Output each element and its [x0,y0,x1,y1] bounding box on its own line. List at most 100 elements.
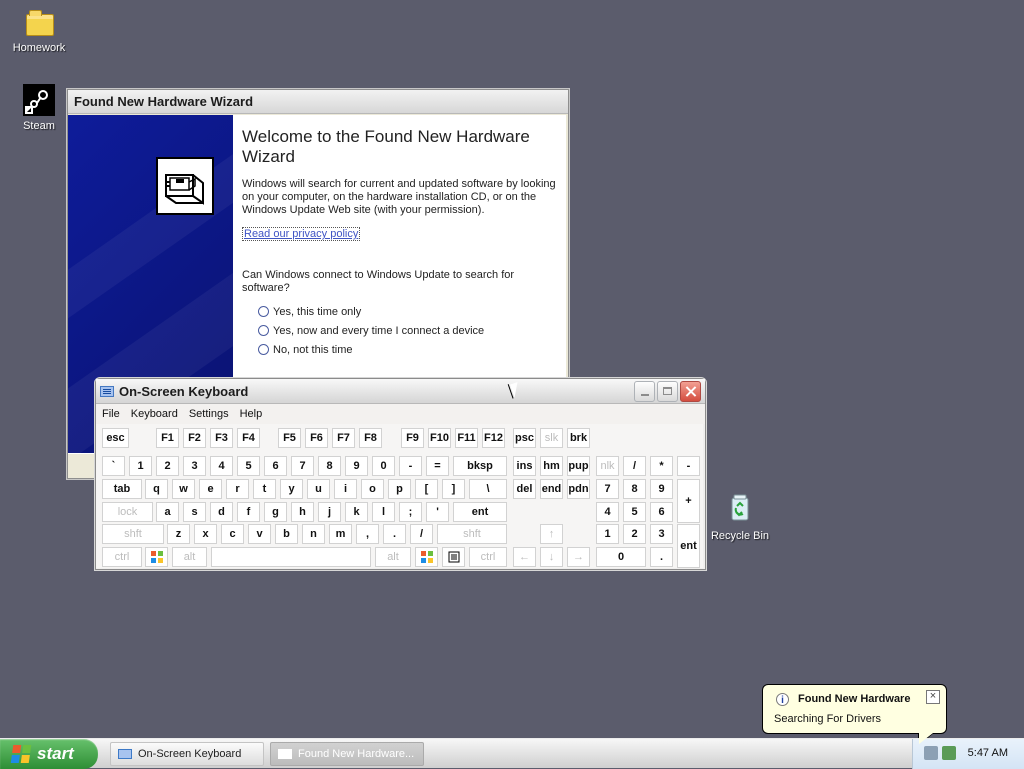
key-right-ctrl[interactable]: ctrl [469,547,507,567]
clock[interactable]: 5:47 AM [968,747,1008,759]
menu-settings[interactable]: Settings [189,408,229,420]
key-backspace[interactable]: bksp [453,456,507,476]
key-home[interactable]: hm [540,456,563,476]
key-g[interactable]: g [264,502,287,522]
key-insert[interactable]: ins [513,456,536,476]
key-d[interactable]: d [210,502,233,522]
key-l[interactable]: l [372,502,395,522]
maximize-button[interactable] [657,380,678,402]
key-minus[interactable]: - [399,456,422,476]
key-f5[interactable]: F5 [278,428,301,448]
key-o[interactable]: o [361,479,384,499]
desktop-icon-recycle-bin[interactable]: Recycle Bin [702,494,778,542]
osk-title-bar[interactable]: On-Screen Keyboard [96,379,705,404]
balloon-close-button[interactable]: × [926,690,940,704]
key-1[interactable]: 1 [129,456,152,476]
key-m[interactable]: m [329,524,352,544]
key-num-6[interactable]: 6 [650,502,673,522]
key-slk[interactable]: slk [540,428,563,448]
key-0[interactable]: 0 [372,456,395,476]
key-j[interactable]: j [318,502,341,522]
key-z[interactable]: z [167,524,190,544]
key-num-9[interactable]: 9 [650,479,673,499]
key-period[interactable]: . [383,524,406,544]
desktop-icon-steam[interactable]: Steam [1,84,77,132]
key-9[interactable]: 9 [345,456,368,476]
radio-option-no[interactable]: No, not this time [258,343,556,356]
key-num-minus[interactable]: - [677,456,700,476]
menu-help[interactable]: Help [240,408,263,420]
start-button[interactable]: start [0,739,98,769]
key-p[interactable]: p [388,479,411,499]
key-apostrophe[interactable]: ' [426,502,449,522]
key-page-down[interactable]: pdn [567,479,590,499]
key-num-4[interactable]: 4 [596,502,619,522]
key-2[interactable]: 2 [156,456,179,476]
key-f11[interactable]: F11 [455,428,478,448]
key-enter[interactable]: ent [453,502,507,522]
key-end[interactable]: end [540,479,563,499]
key-right-alt[interactable]: alt [375,547,411,567]
key-space[interactable] [211,547,371,567]
key-i[interactable]: i [334,479,357,499]
minimize-button[interactable] [634,380,655,402]
key-num-3[interactable]: 3 [650,524,673,544]
key-right-windows[interactable] [415,547,438,567]
key-u[interactable]: u [307,479,330,499]
key-slash[interactable]: / [410,524,433,544]
key-f8[interactable]: F8 [359,428,382,448]
key-x[interactable]: x [194,524,217,544]
key-f[interactable]: f [237,502,260,522]
key-h[interactable]: h [291,502,314,522]
radio-option-yes-every-time[interactable]: Yes, now and every time I connect a devi… [258,324,556,337]
key-b[interactable]: b [275,524,298,544]
key-left-arrow[interactable]: ← [513,547,536,567]
key-backtick[interactable]: ` [102,456,125,476]
key-f3[interactable]: F3 [210,428,233,448]
key-caps-lock[interactable]: lock [102,502,153,522]
key-num-5[interactable]: 5 [623,502,646,522]
key-page-up[interactable]: pup [567,456,590,476]
key-num-enter[interactable]: ent [677,524,700,568]
key-right-arrow[interactable]: → [567,547,590,567]
menu-file[interactable]: File [102,408,120,420]
key-num-decimal[interactable]: . [650,547,673,567]
key-psc[interactable]: psc [513,428,536,448]
key-num-lock[interactable]: nlk [596,456,619,476]
key-backslash[interactable]: \ [469,479,507,499]
key-q[interactable]: q [145,479,168,499]
key-left-shift[interactable]: shft [102,524,164,544]
key-e[interactable]: e [199,479,222,499]
key-3[interactable]: 3 [183,456,206,476]
key-num-0[interactable]: 0 [596,547,646,567]
key-comma[interactable]: , [356,524,379,544]
key-menu[interactable] [442,547,465,567]
key-num-plus[interactable]: + [677,479,700,523]
key-esc[interactable]: esc [102,428,129,448]
key-semicolon[interactable]: ; [399,502,422,522]
key-f4[interactable]: F4 [237,428,260,448]
key-f10[interactable]: F10 [428,428,451,448]
key-n[interactable]: n [302,524,325,544]
key-up-arrow[interactable]: ↑ [540,524,563,544]
key-num-2[interactable]: 2 [623,524,646,544]
radio-option-yes-this-time[interactable]: Yes, this time only [258,305,556,318]
key-delete[interactable]: del [513,479,536,499]
key-s[interactable]: s [183,502,206,522]
key-t[interactable]: t [253,479,276,499]
key-num-7[interactable]: 7 [596,479,619,499]
network-tray-icon[interactable] [942,746,956,760]
key-equals[interactable]: = [426,456,449,476]
key-v[interactable]: v [248,524,271,544]
key-5[interactable]: 5 [237,456,260,476]
key-num-1[interactable]: 1 [596,524,619,544]
key-w[interactable]: w [172,479,195,499]
wizard-title-bar[interactable]: Found New Hardware Wizard [68,90,568,114]
menu-keyboard[interactable]: Keyboard [131,408,178,420]
radio-button[interactable] [258,344,269,355]
key-k[interactable]: k [345,502,368,522]
key-right-shift[interactable]: shft [437,524,507,544]
key-r[interactable]: r [226,479,249,499]
taskbar-button-found-new-hardware[interactable]: Found New Hardware... [270,742,424,766]
taskbar-button-on-screen-keyboard[interactable]: On-Screen Keyboard [110,742,264,766]
